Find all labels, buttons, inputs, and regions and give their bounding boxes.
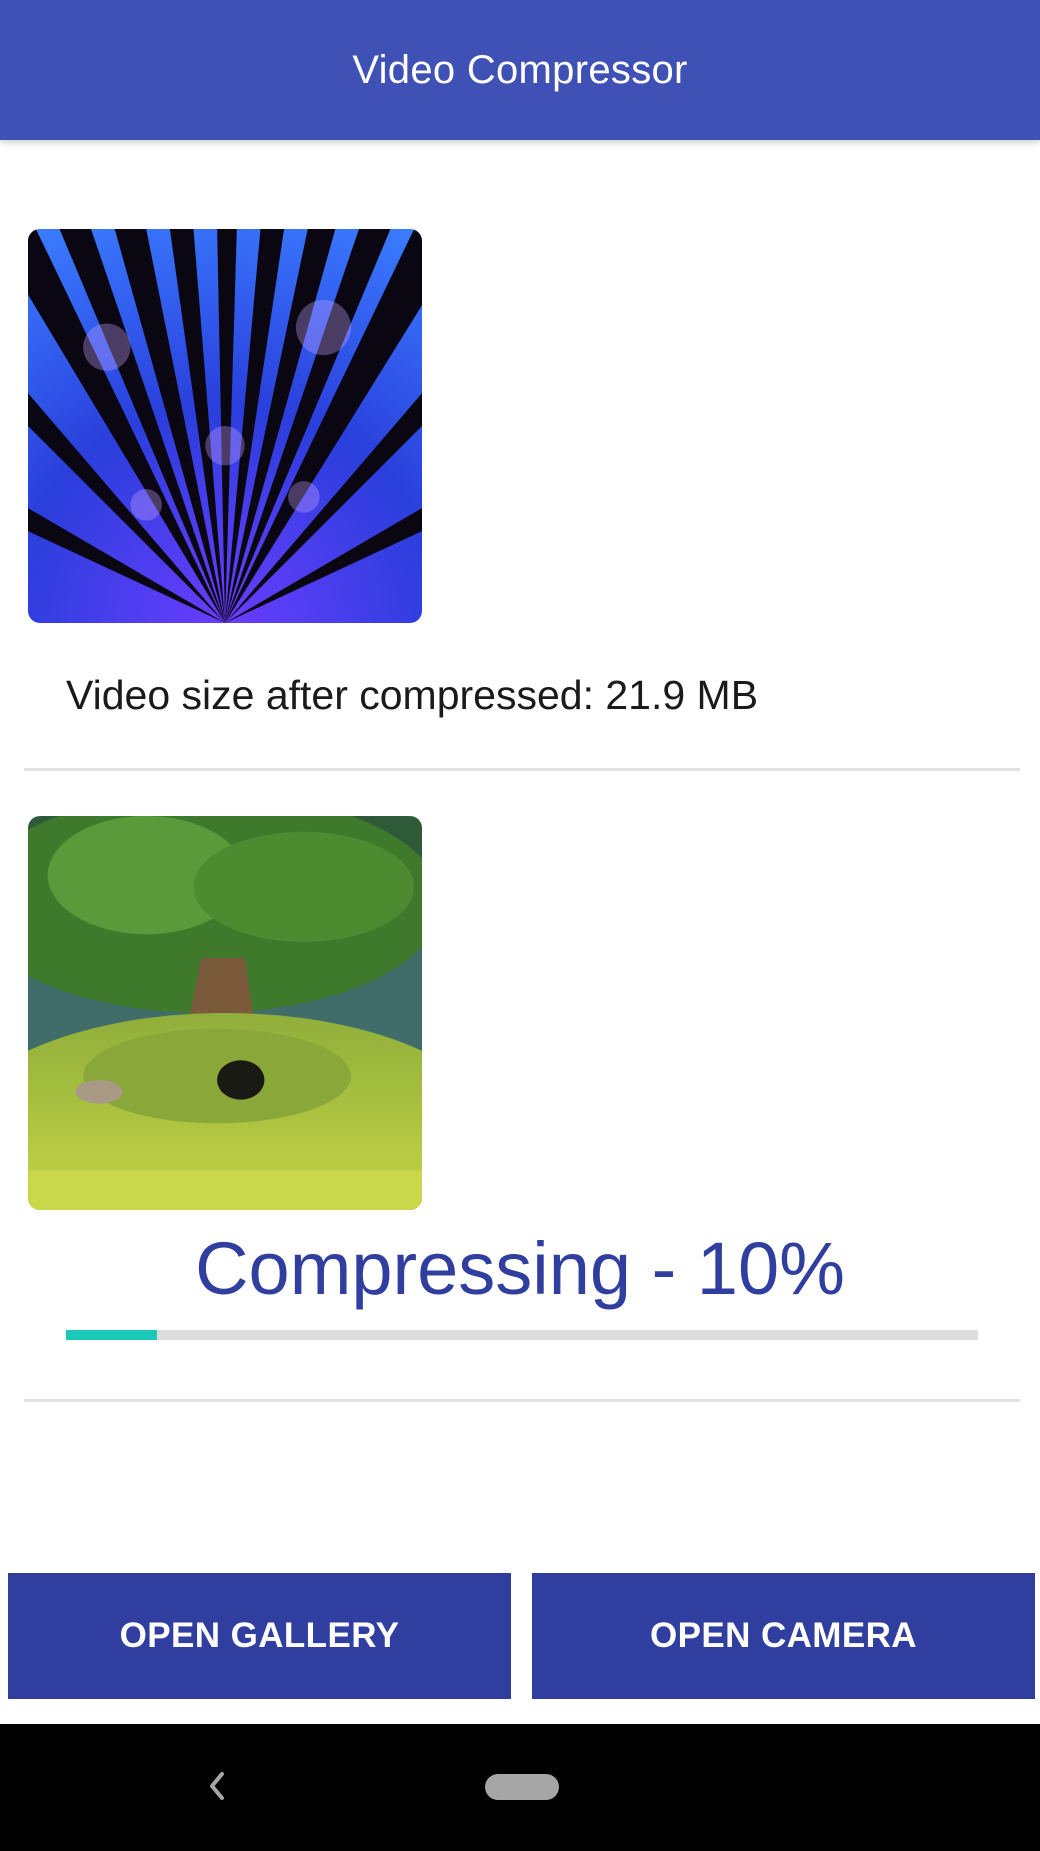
- compression-progress-label: Compressing - 10%: [195, 1227, 845, 1310]
- kaleidoscope-image: [28, 229, 422, 623]
- back-chevron-icon[interactable]: [200, 1764, 232, 1808]
- divider: [24, 768, 1020, 771]
- home-pill-icon[interactable]: [485, 1774, 559, 1800]
- system-navigation-bar: [0, 1724, 1040, 1851]
- compression-progress-bar: [66, 1330, 978, 1340]
- open-gallery-button[interactable]: OPEN GALLERY: [8, 1573, 511, 1699]
- app-title: Video Compressor: [352, 47, 688, 92]
- divider: [24, 1399, 1020, 1402]
- tree-meadow-image: [28, 816, 422, 1210]
- video-thumbnail-tree[interactable]: [28, 816, 422, 1210]
- open-camera-button[interactable]: OPEN CAMERA: [532, 1573, 1035, 1699]
- compressed-size-text: Video size after compressed: 21.9 MB: [66, 672, 759, 718]
- video-thumbnail-kaleidoscope[interactable]: [28, 229, 422, 623]
- progress-bar-fill: [66, 1330, 158, 1340]
- app-bar: Video Compressor: [0, 0, 1040, 140]
